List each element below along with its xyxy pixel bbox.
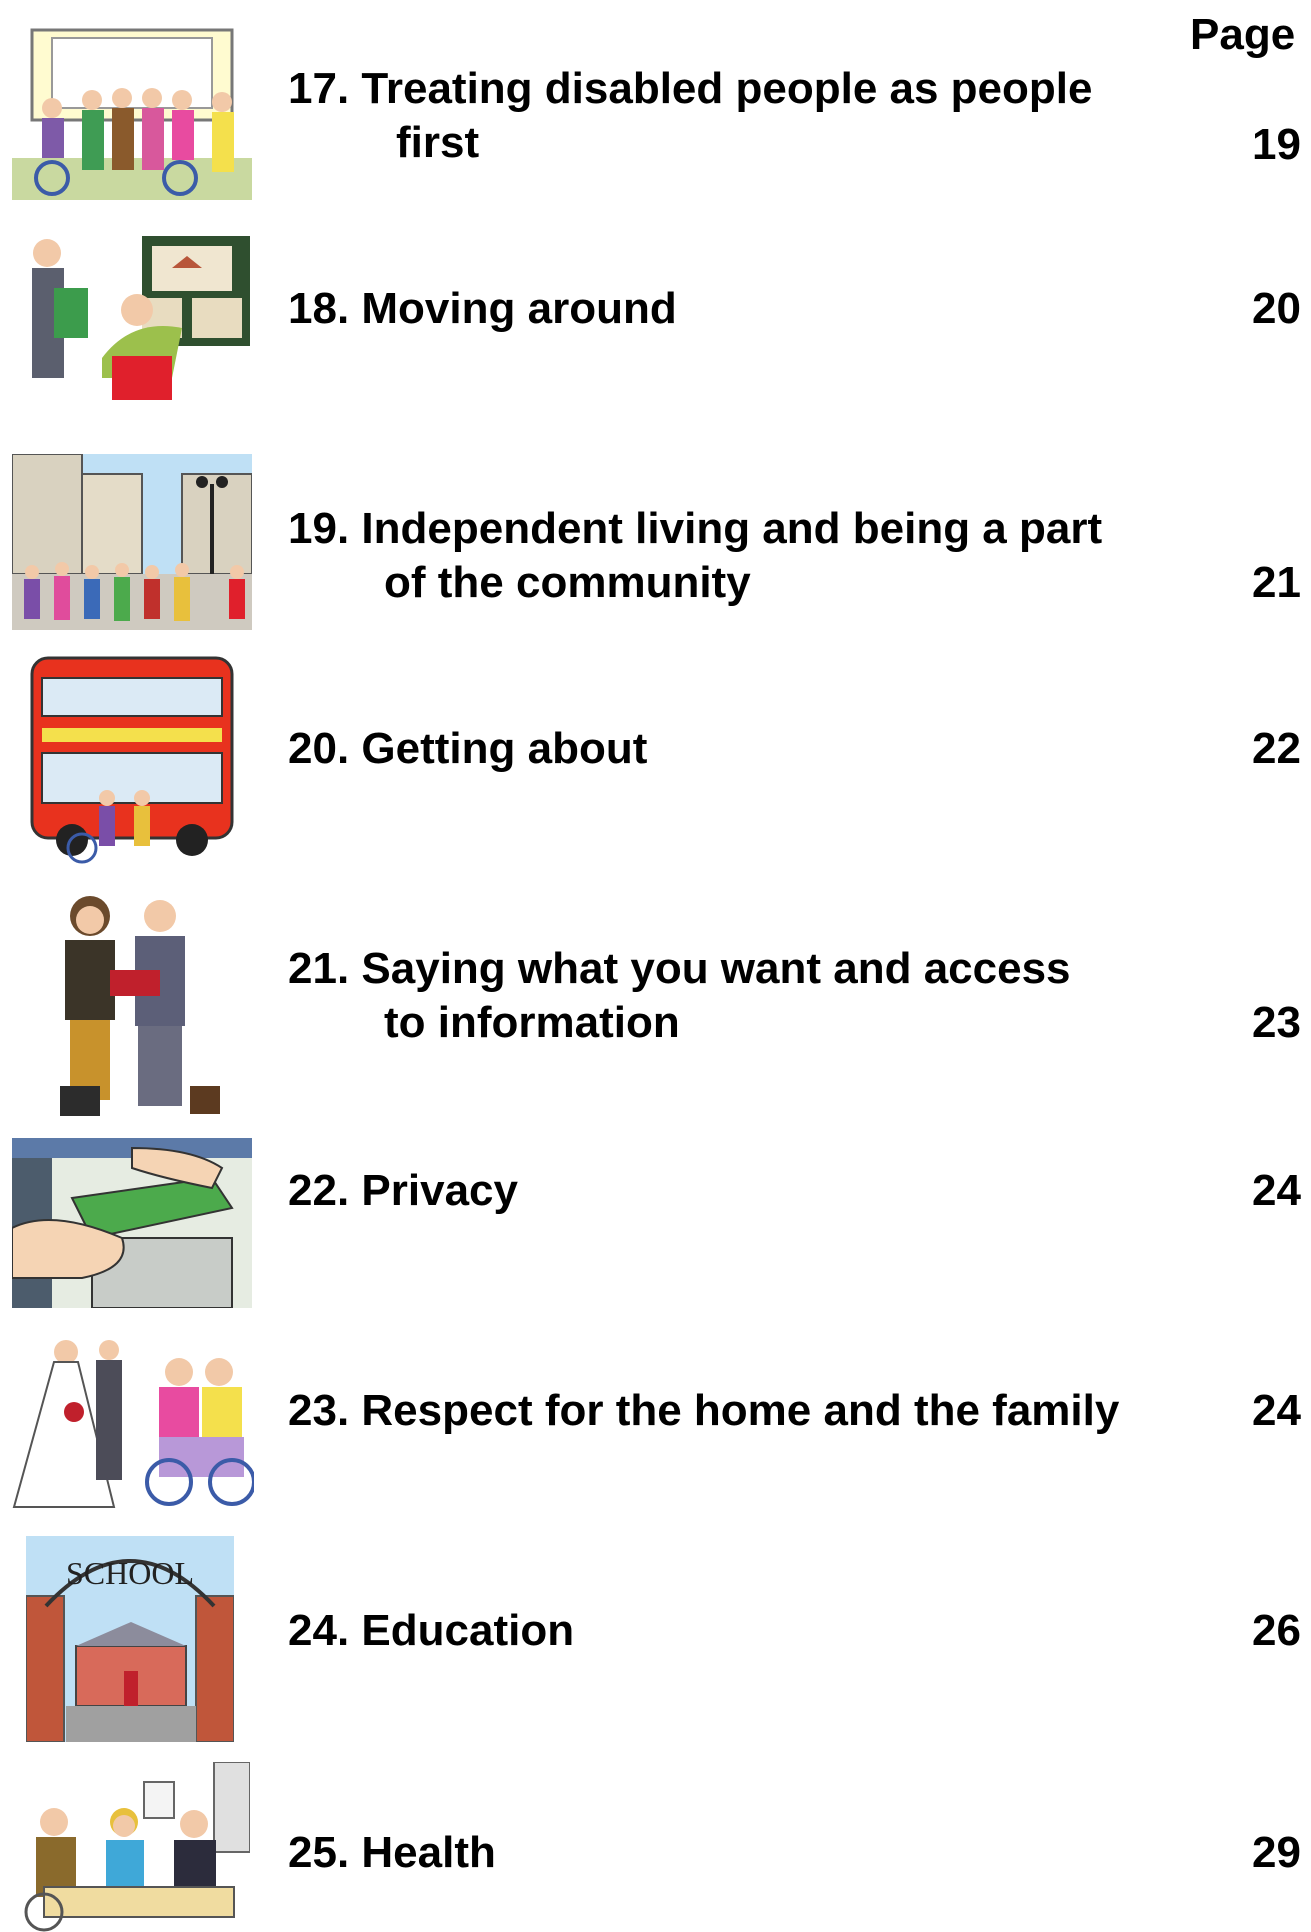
entry-number: 19. [288,504,350,553]
entry-page-number: 20 [1252,284,1301,333]
entry-number: 25. [288,1828,350,1877]
entry-page-number: 19 [1252,120,1301,169]
entry-title-line1: Moving around [361,284,677,333]
entry-title[interactable]: 24. Education [288,1604,574,1658]
entry-title[interactable]: 17. Treating disabled people as people f… [288,62,1092,170]
entry-number: 20. [288,724,350,773]
doctor-appointment-picture [14,1762,250,1932]
busy-street-picture [12,454,252,630]
red-bus-picture [22,648,246,864]
entry-number: 21. [288,944,350,993]
entry-title-line1: Health [361,1828,496,1877]
entry-title-line1: Privacy [361,1166,518,1215]
disabled-people-group-picture [12,28,252,200]
entry-title[interactable]: 19. Independent living and being a part … [288,502,1102,610]
two-people-reading-picture [40,886,230,1120]
entry-page-number: 23 [1252,998,1301,1047]
entry-title-line1: Getting about [361,724,648,773]
entry-title[interactable]: 20. Getting about [288,722,647,776]
entry-title[interactable]: 25. Health [288,1826,496,1880]
entry-page-number: 24 [1252,1386,1301,1435]
house-pictures-board-picture [12,228,252,400]
page-column-header: Page [1190,10,1296,59]
entry-title-line1: Saying what you want and access [361,944,1071,993]
entry-number: 24. [288,1606,350,1655]
entry-page-number: 29 [1252,1828,1301,1877]
entry-title-line1: Treating disabled people as people [361,64,1093,113]
entry-title[interactable]: 18. Moving around [288,282,677,336]
entry-page-number: 22 [1252,724,1301,773]
entry-page-number: 24 [1252,1166,1301,1215]
entry-title[interactable]: 23. Respect for the home and the family [288,1384,1119,1438]
entry-title[interactable]: 21. Saying what you want and access to i… [288,942,1071,1050]
entry-title-line2: to information [384,998,680,1047]
letterbox-picture [12,1138,252,1308]
entry-title-line2: of the community [384,558,751,607]
entry-number: 18. [288,284,350,333]
entry-title[interactable]: 22. Privacy [288,1164,518,1218]
wedding-and-couple-picture [4,1332,254,1514]
entry-page-number: 21 [1252,558,1301,607]
entry-number: 23. [288,1386,350,1435]
entry-title-line1: Education [361,1606,575,1655]
entry-number: 17. [288,64,350,113]
school-sign-lettering: SCHOOL [66,1555,194,1591]
entry-page-number: 26 [1252,1606,1301,1655]
entry-number: 22. [288,1166,350,1215]
school-gate-picture: SCHOOL [26,1536,234,1742]
entry-title-line2: first [396,118,480,167]
entry-title-line1: Independent living and being a part [361,504,1103,553]
entry-title-line1: Respect for the home and the family [361,1386,1120,1435]
